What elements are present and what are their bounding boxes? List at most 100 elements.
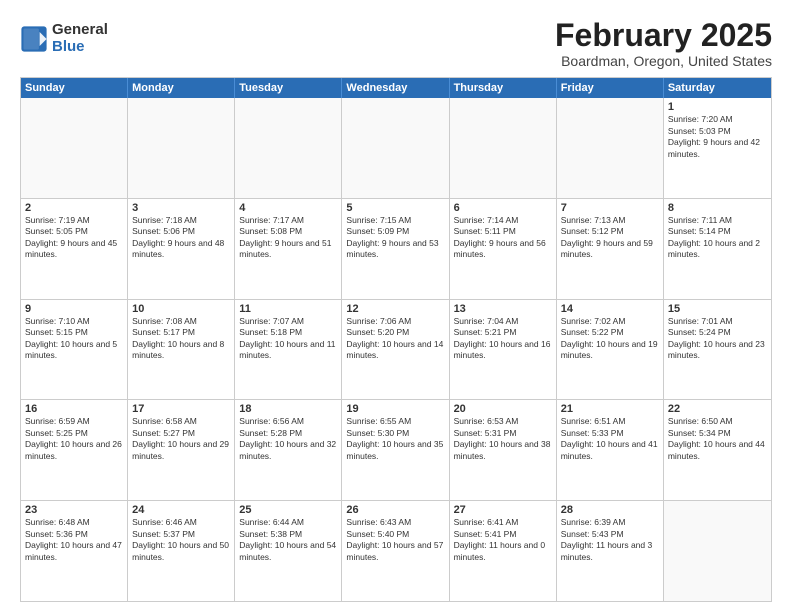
cal-cell: 19Sunrise: 6:55 AM Sunset: 5:30 PM Dayli… [342, 400, 449, 500]
day-header-monday: Monday [128, 78, 235, 98]
day-number: 10 [132, 303, 230, 315]
day-number: 17 [132, 403, 230, 415]
cal-cell: 18Sunrise: 6:56 AM Sunset: 5:28 PM Dayli… [235, 400, 342, 500]
day-number: 4 [239, 202, 337, 214]
day-number: 2 [25, 202, 123, 214]
day-number: 28 [561, 504, 659, 516]
day-number: 27 [454, 504, 552, 516]
cal-cell: 7Sunrise: 7:13 AM Sunset: 5:12 PM Daylig… [557, 199, 664, 299]
cell-info: Sunrise: 7:06 AM Sunset: 5:20 PM Dayligh… [346, 316, 444, 362]
day-number: 19 [346, 403, 444, 415]
cell-info: Sunrise: 7:10 AM Sunset: 5:15 PM Dayligh… [25, 316, 123, 362]
day-number: 20 [454, 403, 552, 415]
calendar: SundayMondayTuesdayWednesdayThursdayFrid… [20, 77, 772, 602]
cal-cell: 17Sunrise: 6:58 AM Sunset: 5:27 PM Dayli… [128, 400, 235, 500]
day-header-sunday: Sunday [21, 78, 128, 98]
day-header-saturday: Saturday [664, 78, 771, 98]
cal-cell [450, 98, 557, 198]
cell-info: Sunrise: 7:19 AM Sunset: 5:05 PM Dayligh… [25, 215, 123, 261]
day-number: 13 [454, 303, 552, 315]
day-number: 11 [239, 303, 337, 315]
cal-cell: 22Sunrise: 6:50 AM Sunset: 5:34 PM Dayli… [664, 400, 771, 500]
cal-cell: 23Sunrise: 6:48 AM Sunset: 5:36 PM Dayli… [21, 501, 128, 601]
day-number: 6 [454, 202, 552, 214]
day-header-friday: Friday [557, 78, 664, 98]
cal-cell: 10Sunrise: 7:08 AM Sunset: 5:17 PM Dayli… [128, 300, 235, 400]
cell-info: Sunrise: 7:20 AM Sunset: 5:03 PM Dayligh… [668, 114, 767, 160]
day-header-tuesday: Tuesday [235, 78, 342, 98]
cal-cell: 6Sunrise: 7:14 AM Sunset: 5:11 PM Daylig… [450, 199, 557, 299]
cal-cell [664, 501, 771, 601]
cell-info: Sunrise: 7:01 AM Sunset: 5:24 PM Dayligh… [668, 316, 767, 362]
day-number: 21 [561, 403, 659, 415]
cell-info: Sunrise: 6:51 AM Sunset: 5:33 PM Dayligh… [561, 416, 659, 462]
day-header-thursday: Thursday [450, 78, 557, 98]
cal-cell [21, 98, 128, 198]
day-number: 25 [239, 504, 337, 516]
cell-info: Sunrise: 7:15 AM Sunset: 5:09 PM Dayligh… [346, 215, 444, 261]
cal-cell: 2Sunrise: 7:19 AM Sunset: 5:05 PM Daylig… [21, 199, 128, 299]
cell-info: Sunrise: 7:04 AM Sunset: 5:21 PM Dayligh… [454, 316, 552, 362]
logo-general: General [52, 22, 108, 39]
cal-cell: 21Sunrise: 6:51 AM Sunset: 5:33 PM Dayli… [557, 400, 664, 500]
day-number: 18 [239, 403, 337, 415]
day-number: 14 [561, 303, 659, 315]
day-number: 8 [668, 202, 767, 214]
cell-info: Sunrise: 6:59 AM Sunset: 5:25 PM Dayligh… [25, 416, 123, 462]
cal-cell: 3Sunrise: 7:18 AM Sunset: 5:06 PM Daylig… [128, 199, 235, 299]
cal-cell: 5Sunrise: 7:15 AM Sunset: 5:09 PM Daylig… [342, 199, 449, 299]
calendar-body: 1Sunrise: 7:20 AM Sunset: 5:03 PM Daylig… [21, 98, 771, 601]
cal-cell: 20Sunrise: 6:53 AM Sunset: 5:31 PM Dayli… [450, 400, 557, 500]
cal-cell: 27Sunrise: 6:41 AM Sunset: 5:41 PM Dayli… [450, 501, 557, 601]
cal-cell: 13Sunrise: 7:04 AM Sunset: 5:21 PM Dayli… [450, 300, 557, 400]
cell-info: Sunrise: 7:13 AM Sunset: 5:12 PM Dayligh… [561, 215, 659, 261]
cell-info: Sunrise: 6:50 AM Sunset: 5:34 PM Dayligh… [668, 416, 767, 462]
calendar-header: SundayMondayTuesdayWednesdayThursdayFrid… [21, 78, 771, 98]
day-number: 26 [346, 504, 444, 516]
cell-info: Sunrise: 6:55 AM Sunset: 5:30 PM Dayligh… [346, 416, 444, 462]
cal-cell: 4Sunrise: 7:17 AM Sunset: 5:08 PM Daylig… [235, 199, 342, 299]
cell-info: Sunrise: 7:17 AM Sunset: 5:08 PM Dayligh… [239, 215, 337, 261]
cal-cell: 16Sunrise: 6:59 AM Sunset: 5:25 PM Dayli… [21, 400, 128, 500]
day-number: 15 [668, 303, 767, 315]
cal-cell: 14Sunrise: 7:02 AM Sunset: 5:22 PM Dayli… [557, 300, 664, 400]
cell-info: Sunrise: 7:18 AM Sunset: 5:06 PM Dayligh… [132, 215, 230, 261]
cal-cell [557, 98, 664, 198]
cal-cell: 8Sunrise: 7:11 AM Sunset: 5:14 PM Daylig… [664, 199, 771, 299]
cell-info: Sunrise: 6:43 AM Sunset: 5:40 PM Dayligh… [346, 517, 444, 563]
cal-cell [235, 98, 342, 198]
cal-cell: 11Sunrise: 7:07 AM Sunset: 5:18 PM Dayli… [235, 300, 342, 400]
logo-blue: Blue [52, 39, 108, 56]
cell-info: Sunrise: 6:58 AM Sunset: 5:27 PM Dayligh… [132, 416, 230, 462]
cell-info: Sunrise: 7:02 AM Sunset: 5:22 PM Dayligh… [561, 316, 659, 362]
logo-icon [20, 25, 48, 53]
week-row-3: 16Sunrise: 6:59 AM Sunset: 5:25 PM Dayli… [21, 399, 771, 500]
cal-cell: 15Sunrise: 7:01 AM Sunset: 5:24 PM Dayli… [664, 300, 771, 400]
week-row-0: 1Sunrise: 7:20 AM Sunset: 5:03 PM Daylig… [21, 98, 771, 198]
cal-cell: 1Sunrise: 7:20 AM Sunset: 5:03 PM Daylig… [664, 98, 771, 198]
day-number: 24 [132, 504, 230, 516]
cal-cell: 28Sunrise: 6:39 AM Sunset: 5:43 PM Dayli… [557, 501, 664, 601]
day-number: 1 [668, 101, 767, 113]
logo: General Blue [20, 22, 108, 55]
cell-info: Sunrise: 6:53 AM Sunset: 5:31 PM Dayligh… [454, 416, 552, 462]
cal-cell [342, 98, 449, 198]
cell-info: Sunrise: 7:11 AM Sunset: 5:14 PM Dayligh… [668, 215, 767, 261]
cell-info: Sunrise: 7:14 AM Sunset: 5:11 PM Dayligh… [454, 215, 552, 261]
day-number: 7 [561, 202, 659, 214]
header: General Blue February 2025 Boardman, Ore… [20, 18, 772, 69]
day-number: 23 [25, 504, 123, 516]
cal-cell: 9Sunrise: 7:10 AM Sunset: 5:15 PM Daylig… [21, 300, 128, 400]
week-row-4: 23Sunrise: 6:48 AM Sunset: 5:36 PM Dayli… [21, 500, 771, 601]
day-number: 3 [132, 202, 230, 214]
cell-info: Sunrise: 6:41 AM Sunset: 5:41 PM Dayligh… [454, 517, 552, 563]
day-header-wednesday: Wednesday [342, 78, 449, 98]
cal-cell [128, 98, 235, 198]
week-row-1: 2Sunrise: 7:19 AM Sunset: 5:05 PM Daylig… [21, 198, 771, 299]
week-row-2: 9Sunrise: 7:10 AM Sunset: 5:15 PM Daylig… [21, 299, 771, 400]
cal-cell: 25Sunrise: 6:44 AM Sunset: 5:38 PM Dayli… [235, 501, 342, 601]
day-number: 12 [346, 303, 444, 315]
cell-info: Sunrise: 6:44 AM Sunset: 5:38 PM Dayligh… [239, 517, 337, 563]
cell-info: Sunrise: 7:08 AM Sunset: 5:17 PM Dayligh… [132, 316, 230, 362]
cell-info: Sunrise: 7:07 AM Sunset: 5:18 PM Dayligh… [239, 316, 337, 362]
